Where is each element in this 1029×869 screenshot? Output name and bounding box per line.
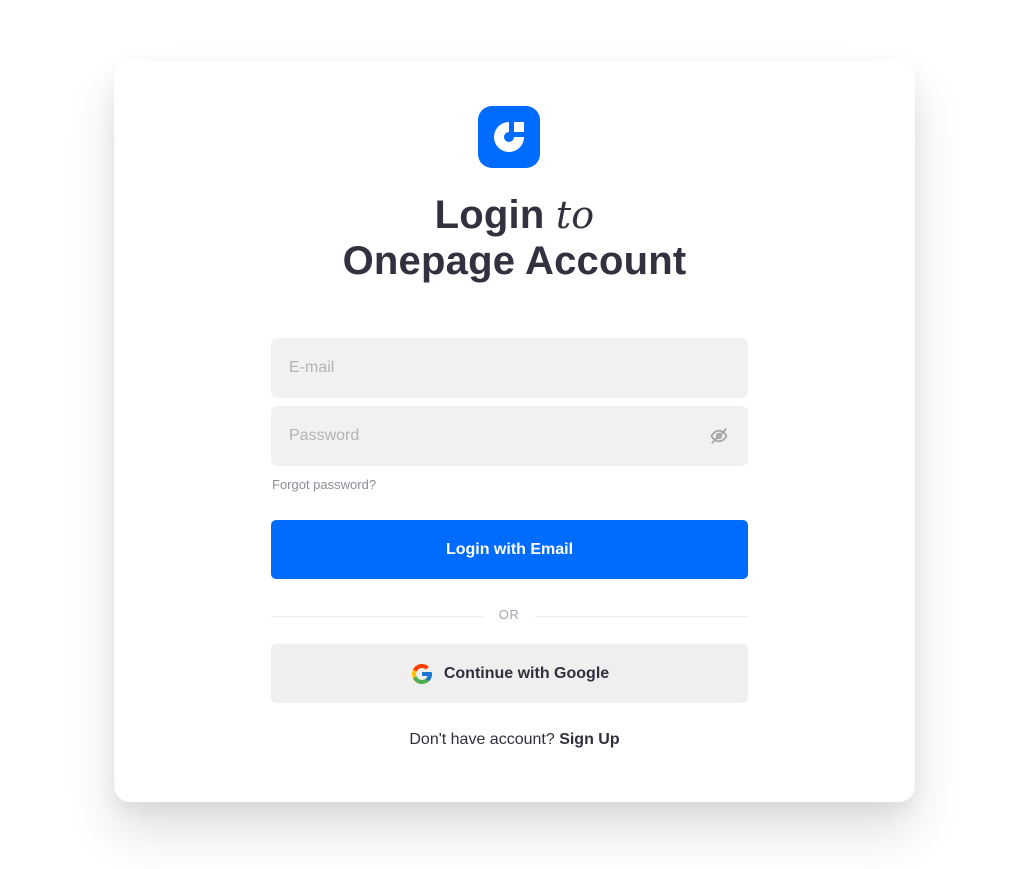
or-separator: OR (498, 607, 520, 622)
title-login: Login (434, 193, 545, 237)
sign-up-link[interactable]: Sign Up (559, 731, 619, 748)
eye-off-icon[interactable] (710, 427, 728, 445)
signup-prompt: Don't have account? Sign Up (114, 731, 915, 749)
google-button-label: Continue with Google (443, 664, 610, 682)
divider-left (271, 616, 483, 617)
forgot-password-link[interactable]: Forgot password? (272, 477, 376, 492)
signup-prompt-text: Don't have account? (409, 731, 555, 748)
password-field-container (271, 406, 748, 466)
password-field[interactable] (271, 406, 748, 466)
title-to: to (555, 193, 595, 237)
login-with-email-button[interactable]: Login with Email (271, 520, 748, 579)
email-field[interactable] (271, 338, 748, 398)
title-account: Onepage Account (342, 239, 687, 283)
onepage-logo-icon (478, 106, 540, 168)
page-title: Login to Onepage Account (114, 192, 915, 284)
google-icon (411, 663, 432, 684)
login-card: Login to Onepage Account Forgot password… (114, 61, 915, 802)
email-field-container (271, 338, 748, 398)
continue-with-google-button[interactable]: Continue with Google (271, 644, 748, 703)
divider-right (535, 616, 748, 617)
